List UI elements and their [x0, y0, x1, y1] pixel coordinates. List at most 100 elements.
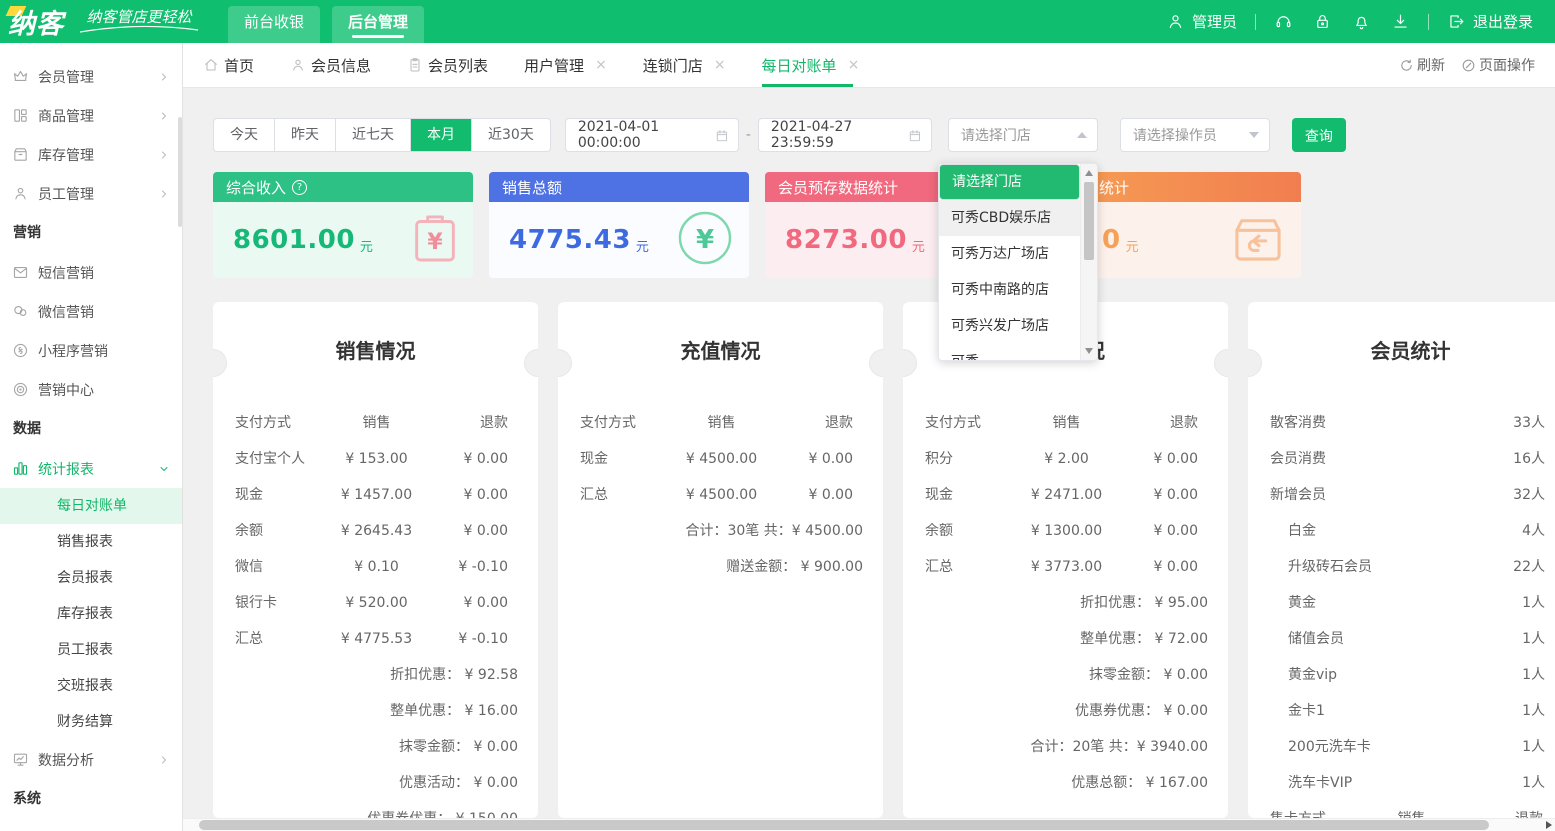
close-icon[interactable]: ×	[714, 57, 726, 73]
sidebar-item-wechat[interactable]: 微信营销	[0, 292, 182, 331]
refund-amount: ¥ 0.00	[422, 477, 508, 513]
sidebar-item-data-analysis[interactable]: 数据分析	[0, 740, 182, 779]
card-total-income: 综合收入 ? 8601.00 元 ¥	[213, 172, 473, 278]
tab-home[interactable]: 首页	[203, 43, 254, 87]
close-icon[interactable]: ×	[595, 57, 607, 73]
horizontal-scrollbar-thumb[interactable]	[199, 820, 1489, 830]
chevron-right-icon	[158, 188, 170, 200]
store-select[interactable]: 请选择门店	[948, 118, 1098, 152]
sidebar-item-staff-report[interactable]: 员工报表	[0, 632, 182, 668]
sidebar-section-marketing: 营销	[0, 213, 182, 253]
preset-yesterday[interactable]: 昨天	[275, 119, 336, 151]
caret-down-icon	[1249, 132, 1259, 138]
lock-button[interactable]	[1313, 12, 1332, 31]
sidebar-item-sales-report[interactable]: 销售报表	[0, 524, 182, 560]
tab-daily-statement[interactable]: 每日对账单 ×	[762, 43, 860, 87]
sidebar-item-members[interactable]: 会员管理	[0, 57, 182, 96]
sales-amount: ¥ 2645.43	[331, 513, 422, 549]
sidebar-item-finance-settlement[interactable]: 财务结算	[0, 704, 182, 740]
preset-last30days[interactable]: 近30天	[472, 119, 550, 151]
sales-amount: ¥ 0.10	[331, 549, 422, 585]
sidebar-scrollbar-thumb[interactable]	[178, 117, 182, 227]
nav-tab-frontdesk[interactable]: 前台收银	[228, 6, 320, 43]
stat-value: 1人	[1522, 585, 1545, 621]
sidebar-item-marketing-center[interactable]: 营销中心	[0, 370, 182, 409]
preset-last7days[interactable]: 近七天	[336, 119, 411, 151]
refund-amount: ¥ 0.00	[767, 441, 853, 477]
nav-tab-backoffice[interactable]: 后台管理	[332, 6, 424, 43]
operator-select[interactable]: 请选择操作员	[1120, 118, 1270, 152]
pay-method: 现金	[925, 477, 1021, 513]
table-row: 积分 ¥ 2.00 ¥ 0.00	[903, 441, 1228, 477]
refresh-button[interactable]: 刷新	[1399, 55, 1445, 75]
circle-yen-icon: ¥	[677, 210, 733, 270]
dropdown-scrollbar-thumb[interactable]	[1084, 182, 1094, 260]
sales-amount: ¥ 2471.00	[1021, 477, 1112, 513]
tab-member-info[interactable]: 会员信息	[290, 43, 371, 87]
stat-value: 32人	[1513, 477, 1545, 513]
sales-amount: ¥ 4500.00	[676, 441, 767, 477]
sidebar-item-sms[interactable]: 短信营销	[0, 253, 182, 292]
card-unit: 元	[1126, 236, 1139, 255]
card-title-partial: 统计	[1099, 177, 1129, 198]
refund-amount: ¥ 0.00	[1112, 513, 1198, 549]
tab-member-list[interactable]: 会员列表	[407, 43, 488, 87]
start-date-input[interactable]: 2021-04-01 00:00:00	[565, 118, 739, 152]
preset-today[interactable]: 今天	[214, 119, 275, 151]
dropdown-option[interactable]: 可秀	[939, 344, 1080, 360]
pay-method: 余额	[925, 513, 1021, 549]
tab-user-management[interactable]: 用户管理 ×	[524, 43, 607, 87]
download-button[interactable]	[1391, 12, 1410, 31]
table-row: 汇总 ¥ 4775.53 ¥ -0.10	[213, 621, 538, 657]
horizontal-scrollbar[interactable]	[183, 818, 1555, 831]
sidebar-item-daily-statement[interactable]: 每日对账单	[0, 488, 182, 524]
sidebar-item-goods[interactable]: 商品管理	[0, 96, 182, 135]
scroll-right-arrow-icon[interactable]	[1546, 821, 1552, 829]
stat-value: 1人	[1522, 693, 1545, 729]
dropdown-option[interactable]: 可秀中南路的店	[939, 272, 1080, 308]
chevron-right-icon	[158, 71, 170, 83]
sales-amount: ¥ 3773.00	[1021, 549, 1112, 585]
user-icon	[1166, 12, 1185, 31]
sidebar-section-data: 数据	[0, 409, 182, 449]
store-dropdown-list: 请选择门店 可秀CBD娱乐店 可秀万达广场店 可秀中南路的店 可秀兴发广场店 可…	[939, 164, 1080, 360]
pay-method: 汇总	[235, 621, 331, 657]
pay-method: 微信	[235, 549, 331, 585]
query-button[interactable]: 查询	[1292, 118, 1346, 152]
envelope-icon	[12, 264, 29, 281]
preset-this-month[interactable]: 本月	[411, 119, 472, 151]
page-operations-icon	[1461, 58, 1476, 73]
dropdown-option[interactable]: 可秀兴发广场店	[939, 308, 1080, 344]
sidebar-item-inventory-report[interactable]: 库存报表	[0, 596, 182, 632]
end-date-input[interactable]: 2021-04-27 23:59:59	[758, 118, 932, 152]
dropdown-option[interactable]: 请选择门店	[939, 164, 1080, 200]
sidebar-item-shift-report[interactable]: 交班报表	[0, 668, 182, 704]
dropdown-option[interactable]: 可秀CBD娱乐店	[939, 200, 1080, 236]
person-icon	[290, 57, 306, 73]
current-user[interactable]: 管理员	[1166, 11, 1237, 32]
table-row: 现金 ¥ 4500.00 ¥ 0.00	[558, 441, 883, 477]
refund-amount: ¥ -0.10	[422, 621, 508, 657]
card-value-partial: 0	[1102, 225, 1121, 255]
dropdown-scrollbar[interactable]	[1080, 164, 1097, 360]
refund-amount: ¥ 0.00	[767, 477, 853, 513]
tab-chain-stores[interactable]: 连锁门店 ×	[643, 43, 726, 87]
bell-icon	[1352, 12, 1371, 31]
sidebar-item-inventory[interactable]: 库存管理	[0, 135, 182, 174]
sidebar-item-staff[interactable]: 员工管理	[0, 174, 182, 213]
notifications-button[interactable]	[1352, 12, 1371, 31]
stat-value: 1人	[1522, 765, 1545, 801]
sidebar-item-reports[interactable]: 统计报表	[0, 449, 182, 488]
sidebar-item-member-report[interactable]: 会员报表	[0, 560, 182, 596]
page-operations-button[interactable]: 页面操作	[1461, 55, 1535, 75]
support-button[interactable]	[1274, 12, 1293, 31]
close-icon[interactable]: ×	[848, 57, 860, 73]
dropdown-option[interactable]: 可秀万达广场店	[939, 236, 1080, 272]
wechat-icon	[12, 303, 29, 320]
sidebar-item-miniprogram[interactable]: 小程序营销	[0, 331, 182, 370]
summary-line: 合计：30笔 共：¥ 4500.00	[558, 513, 883, 549]
stat-row: 金卡1 1人	[1248, 693, 1555, 729]
logout-button[interactable]: 退出登录	[1447, 11, 1533, 32]
topbar-actions: 管理员 退出登录	[1156, 11, 1543, 32]
help-icon[interactable]: ?	[292, 180, 307, 195]
